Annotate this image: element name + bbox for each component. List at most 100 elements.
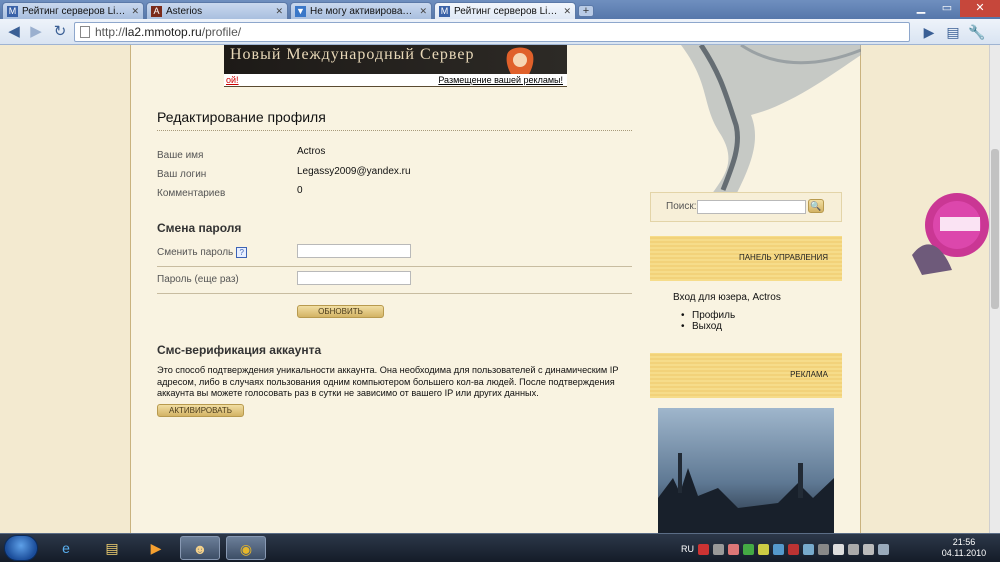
control-panel-title: Панель управления (738, 253, 828, 262)
tray-app-icon[interactable] (788, 543, 799, 555)
place-ad-link[interactable]: Размещение вашей рекламы! (438, 74, 563, 86)
banner-ad-strip: ой! Размещение вашей рекламы! (224, 74, 567, 86)
forum-icon: ▼ (295, 5, 306, 17)
url-path: /profile/ (201, 25, 242, 39)
explorer-icon[interactable]: ▤ (92, 536, 132, 560)
tray-app-icon[interactable] (803, 543, 814, 555)
page-menu-icon[interactable]: ▤ (944, 22, 962, 42)
search-label: Поиск: (666, 201, 697, 212)
sms-section-title: Смс-верификация аккаунта (157, 343, 322, 357)
tab-rating-active[interactable]: M Рейтинг серверов Linea... ✕ (434, 2, 576, 19)
password-input[interactable] (297, 244, 411, 258)
url-host: la2.mmotop.ru (125, 25, 202, 39)
ads-title: Реклама (790, 370, 828, 379)
background-artwork (681, 45, 861, 195)
clock-date: 04.11.2010 (941, 548, 987, 558)
window-controls: ▁ ▭ ✕ (908, 0, 1000, 17)
banner-headline: Новый Международный Сервер (230, 46, 475, 63)
banner-left-link[interactable]: ой! (226, 74, 239, 86)
tray-app-icon[interactable] (833, 543, 844, 555)
chrome-icon[interactable]: ◉ (226, 536, 266, 560)
comments-label: Комментариев (157, 188, 226, 199)
minimize-icon[interactable]: ▁ (908, 0, 934, 17)
login-label: Ваш логин (157, 169, 207, 180)
volume-icon[interactable] (863, 543, 874, 555)
close-window-icon[interactable]: ✕ (960, 0, 1000, 17)
search-input[interactable] (697, 200, 806, 214)
m-logo-icon: M (7, 5, 18, 17)
tray-app-icon[interactable] (713, 543, 724, 555)
media-player-icon[interactable]: ▶ (136, 536, 176, 560)
side-ad-gracia-plus[interactable] (912, 175, 989, 275)
clock[interactable]: 21:56 04.11.2010 (936, 537, 992, 559)
wrench-icon[interactable]: 🔧 (968, 22, 986, 42)
divider (157, 293, 632, 294)
tab-rating-1[interactable]: M Рейтинг серверов Linea... ✕ (2, 2, 144, 19)
activate-button[interactable]: Активировать (157, 404, 244, 417)
page-viewport: Новый Международный Сервер ой! Размещени… (0, 45, 989, 533)
start-button[interactable] (4, 535, 38, 561)
update-button[interactable]: Обновить (297, 305, 384, 318)
login-value: Legassy2009@yandex.ru (297, 166, 411, 177)
address-bar[interactable]: http://la2.mmotop.ru/profile/ (74, 22, 910, 42)
windows-taskbar: e ▤ ▶ ☻ ◉ RU 21:56 04.11.2010 (0, 533, 1000, 562)
profile-link[interactable]: Профиль (681, 310, 735, 322)
comments-value: 0 (297, 185, 303, 196)
url-prefix: http:// (95, 25, 126, 39)
clock-time: 21:56 (952, 537, 976, 547)
repeat-password-label: Пароль (еще раз) (157, 274, 239, 285)
help-icon[interactable]: ? (236, 247, 248, 258)
sidebar-ad-image[interactable] (658, 408, 834, 533)
user-links: Профиль Выход (681, 310, 735, 333)
network-icon[interactable] (878, 543, 889, 555)
page-content: Новый Международный Сервер ой! Размещени… (130, 45, 861, 533)
close-icon[interactable]: ✕ (419, 6, 427, 17)
tray-app-icon[interactable] (758, 543, 769, 555)
change-password-text: Сменить пароль (157, 247, 234, 259)
maximize-icon[interactable]: ▭ (934, 0, 960, 17)
tray-app-icon[interactable] (743, 543, 754, 555)
back-icon[interactable]: ◀ (4, 22, 24, 42)
name-value: Actros (297, 146, 326, 157)
ie-icon[interactable]: e (46, 536, 86, 560)
ads-header: Реклама (650, 353, 842, 398)
logout-link[interactable]: Выход (681, 321, 735, 333)
tab-strip: M Рейтинг серверов Linea... ✕ A Asterios… (0, 0, 1000, 19)
control-panel-header: Панель управления (650, 236, 842, 281)
tray-app-icon[interactable] (818, 543, 829, 555)
reload-icon[interactable]: ↻ (50, 22, 70, 42)
close-icon[interactable]: ✕ (131, 6, 139, 17)
tray-app-icon[interactable] (698, 543, 709, 555)
game-app-icon[interactable]: ☻ (180, 536, 220, 560)
divider (157, 130, 632, 131)
user-greeting: Вход для юзера, Actros (673, 292, 781, 303)
tab-title: Рейтинг серверов Linea... (454, 5, 560, 17)
tab-title: Не могу активировать а... (310, 5, 416, 17)
vertical-scrollbar[interactable] (989, 45, 1000, 533)
top-banner-ad[interactable]: Новый Международный Сервер ой! Размещени… (224, 45, 567, 87)
name-label: Ваше имя (157, 150, 204, 161)
tray-app-icon[interactable] (728, 543, 739, 555)
repeat-password-input[interactable] (297, 271, 411, 285)
m-logo-icon: M (439, 5, 450, 17)
tab-asterios[interactable]: A Asterios ✕ (146, 2, 288, 19)
language-indicator[interactable]: RU (681, 544, 694, 554)
tab-forum[interactable]: ▼ Не могу активировать а... ✕ (290, 2, 432, 19)
asterios-icon: A (151, 5, 162, 17)
search-icon[interactable]: 🔍 (808, 199, 824, 213)
close-icon[interactable]: ✕ (563, 6, 571, 17)
new-tab-button[interactable]: + (578, 5, 594, 17)
tray-app-icon[interactable] (773, 543, 784, 555)
forward-icon[interactable]: ▶ (26, 22, 46, 42)
go-icon[interactable]: ▶ (920, 22, 938, 42)
tab-title: Рейтинг серверов Linea... (22, 5, 128, 17)
browser-toolbar: ◀ ▶ ↻ http://la2.mmotop.ru/profile/ ▶ ▤ … (0, 19, 1000, 45)
tray-app-icon[interactable] (848, 543, 859, 555)
close-icon[interactable]: ✕ (275, 6, 283, 17)
system-tray: RU (681, 542, 889, 556)
tab-title: Asterios (166, 5, 203, 17)
page-icon (80, 26, 90, 38)
profile-title: Редактирование профиля (157, 109, 326, 125)
sms-description: Это способ подтверждения уникальности ак… (157, 365, 619, 398)
scrollbar-thumb[interactable] (991, 149, 999, 309)
